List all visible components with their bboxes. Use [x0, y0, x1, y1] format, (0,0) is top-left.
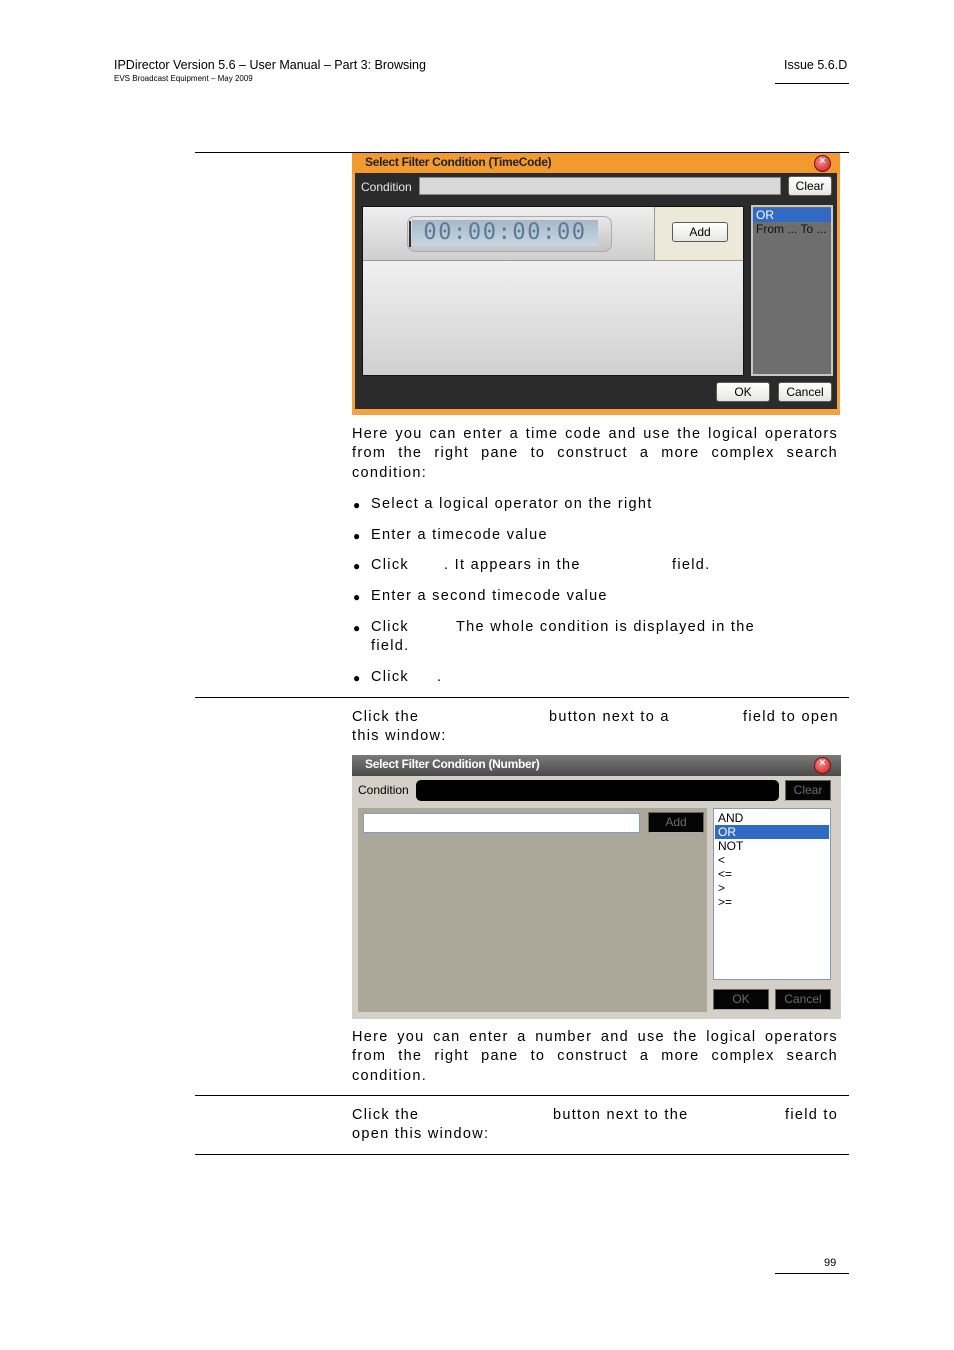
operator-item-not[interactable]: NOT [715, 839, 829, 853]
operator-item-lte[interactable]: <= [715, 867, 829, 881]
paragraph-fragment: Click the [352, 709, 420, 725]
bullet-text: . [437, 669, 443, 685]
bullet-text: Click [371, 669, 409, 685]
paragraph-line: from the right pane to construct a more … [352, 445, 838, 461]
dialog-titlebar: Select Filter Condition (TimeCode) × [352, 153, 840, 173]
timecode-frame: 00:00:00:00 [407, 216, 612, 252]
condition-field[interactable] [416, 780, 779, 801]
dialog-title: Select Filter Condition (TimeCode) [365, 155, 552, 169]
bullet-icon: ● [353, 590, 361, 604]
bullet-icon: ● [353, 671, 361, 685]
bullet-text: Enter a second timecode value [371, 588, 608, 604]
dialog-title: Select Filter Condition (Number) [365, 757, 540, 771]
paragraph-fragment: button next to the [553, 1107, 689, 1123]
header-issue: Issue 5.6.D [784, 58, 848, 72]
number-input[interactable] [363, 813, 640, 833]
timecode-input[interactable]: 00:00:00:00 [412, 220, 598, 246]
add-button[interactable]: Add [648, 812, 704, 833]
table-rule-1 [195, 697, 849, 698]
cancel-button[interactable]: Cancel [778, 382, 832, 402]
clear-button[interactable]: Clear [788, 176, 832, 196]
operator-item-and[interactable]: AND [715, 811, 829, 825]
bullet-text: . It appears in the [444, 557, 581, 573]
ok-button[interactable]: OK [713, 989, 769, 1010]
cancel-button[interactable]: Cancel [775, 989, 831, 1010]
operator-list[interactable]: OR From ... To ... [751, 205, 833, 376]
bullet-text: Select a logical operator on the right [371, 496, 653, 512]
close-icon[interactable]: × [814, 155, 831, 172]
bullet-text: Enter a timecode value [371, 527, 548, 543]
bullet-text: The whole condition is displayed in the [456, 619, 755, 635]
condition-field[interactable] [419, 177, 781, 195]
paragraph-line: from the right pane to construct a more … [352, 1048, 838, 1064]
paragraph-fragment: button next to a [549, 709, 670, 725]
bullet-icon: ● [353, 498, 361, 512]
timecode-filter-dialog: Select Filter Condition (TimeCode) × Con… [352, 153, 840, 415]
footer-rule [775, 1273, 849, 1274]
paragraph-line: this window: [352, 728, 447, 744]
header-rule [775, 83, 849, 84]
entry-pane: 00:00:00:00 Add [362, 206, 744, 376]
table-rule-2 [195, 1095, 849, 1096]
ok-button[interactable]: OK [716, 382, 770, 402]
close-icon[interactable]: × [814, 757, 831, 774]
paragraph-line: open this window: [352, 1126, 490, 1142]
bullet-icon: ● [353, 559, 361, 573]
entry-pane: Add [358, 808, 707, 1012]
table-rule-bottom [195, 1154, 849, 1155]
bullet-text: field. [672, 557, 711, 573]
bullet-icon: ● [353, 529, 361, 543]
paragraph-line: condition. [352, 1068, 428, 1084]
dialog-titlebar: Select Filter Condition (Number) × [352, 755, 841, 776]
header-title: IPDirector Version 5.6 – User Manual – P… [114, 58, 426, 72]
condition-label: Condition [358, 783, 409, 797]
text-cursor [409, 221, 411, 247]
number-filter-dialog: Select Filter Condition (Number) × Condi… [352, 755, 841, 1019]
operator-item-gt[interactable]: > [715, 881, 829, 895]
bullet-text: Click [371, 557, 409, 573]
paragraph-line: Here you can enter a time code and use t… [352, 426, 838, 442]
bullet-text: Click [371, 619, 409, 635]
add-area: Add [655, 207, 743, 261]
paragraph-fragment: Click the [352, 1107, 420, 1123]
operator-item-from-to[interactable]: From ... To ... [753, 222, 831, 236]
dialog-body: Condition Clear 00:00:00:00 Add OR From … [355, 173, 837, 409]
paragraph-fragment: field to [785, 1107, 839, 1123]
timecode-area: 00:00:00:00 [363, 207, 655, 261]
header-subtitle: EVS Broadcast Equipment – May 2009 [114, 74, 253, 83]
bullet-text: field. [371, 638, 410, 654]
add-button[interactable]: Add [672, 222, 728, 242]
operator-item-or[interactable]: OR [715, 825, 829, 839]
operator-item-lt[interactable]: < [715, 853, 829, 867]
operator-list[interactable]: AND OR NOT < <= > >= [713, 808, 831, 980]
bullet-icon: ● [353, 621, 361, 635]
paragraph-fragment: field to open [743, 709, 839, 725]
operator-item-or[interactable]: OR [753, 208, 831, 222]
paragraph-line: condition: [352, 465, 428, 481]
page-number: 99 [824, 1257, 837, 1269]
condition-label: Condition [361, 180, 412, 194]
paragraph-line: Here you can enter a number and use the … [352, 1029, 838, 1045]
operator-item-gte[interactable]: >= [715, 895, 829, 909]
clear-button[interactable]: Clear [785, 780, 831, 801]
